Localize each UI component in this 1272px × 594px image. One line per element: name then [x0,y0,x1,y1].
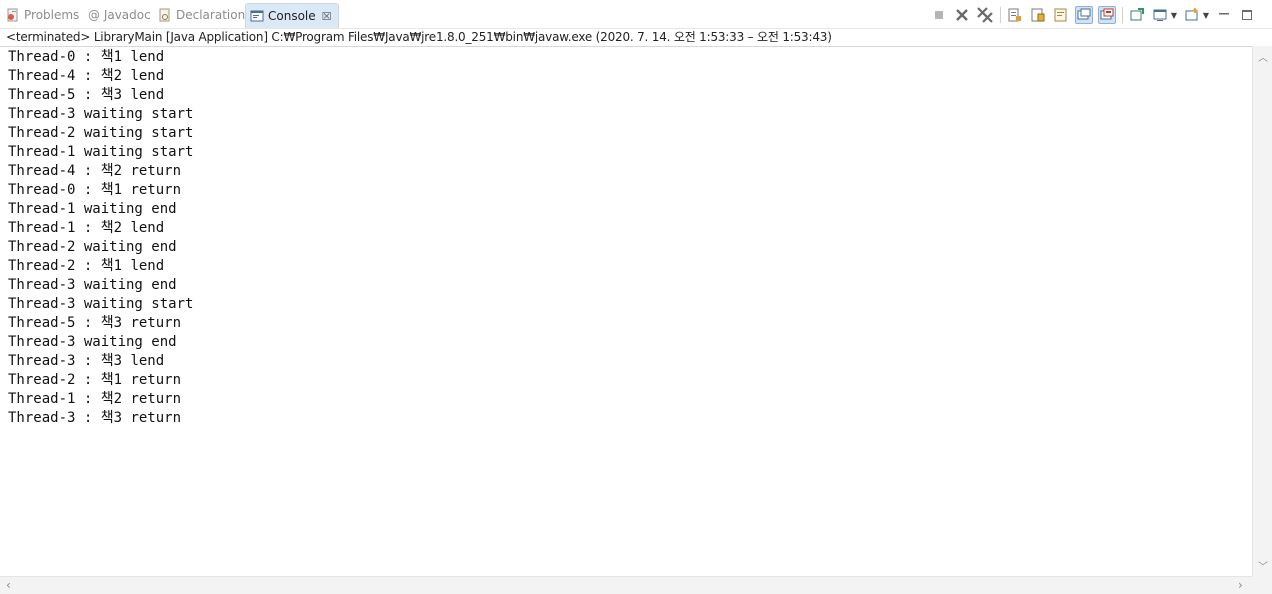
console-icon [250,9,264,23]
toolbar-separator [1122,7,1123,23]
tab-console[interactable]: Console ☒ [245,3,339,28]
console-line: Thread-1 : 책2 lend [8,220,165,236]
console-line: Thread-0 : 책1 lend [8,49,165,65]
toolbar-separator [1000,7,1001,23]
remove-all-terminated-icon[interactable] [976,6,994,24]
tab-problems[interactable]: Problems [6,3,79,27]
console-line: Thread-5 : 책3 return [8,315,182,331]
view-tab-bar: Problems @ Javadoc Declaration Console ☒ [0,0,1272,29]
console-line: Thread-3 : 책3 lend [8,353,165,369]
tab-declaration[interactable]: Declaration [158,3,245,27]
console-output-area[interactable]: Thread-0 : 책1 lend Thread-4 : 책2 lend Thre… [0,46,1252,576]
horizontal-scrollbar[interactable]: ‹ › [0,576,1252,594]
process-status-label: <terminated> LibraryMain [Java Applicati… [6,30,832,44]
maximize-icon[interactable] [1238,6,1256,24]
chevron-up-icon[interactable]: ︿ [1258,49,1268,64]
console-line: Thread-3 waiting end [8,334,177,350]
console-line: Thread-4 : 책2 return [8,163,182,179]
chevron-down-icon[interactable]: ▼ [1202,6,1210,24]
declaration-icon [158,8,172,22]
console-line: Thread-5 : 책3 lend [8,87,165,103]
scroll-lock-icon[interactable] [1029,6,1047,24]
tab-javadoc[interactable]: @ Javadoc [88,3,151,27]
remove-launch-icon[interactable] [953,6,971,24]
console-line: Thread-3 : 책3 return [8,410,182,426]
console-line: Thread-1 waiting start [8,144,194,160]
chevron-down-icon[interactable]: ▼ [1170,6,1178,24]
tab-label: Problems [24,8,80,22]
console-line: Thread-2 waiting end [8,239,177,255]
chevron-left-icon[interactable]: ‹ [6,578,11,592]
console-line: Thread-3 waiting start [8,106,194,122]
tab-label: Console [268,9,316,23]
console-lines: Thread-0 : 책1 lend Thread-4 : 책2 lend Thre… [0,47,1252,428]
console-line: Thread-1 waiting end [8,201,177,217]
console-line: Thread-1 : 책2 return [8,391,182,407]
console-line: Thread-3 waiting end [8,277,177,293]
display-selected-console-icon[interactable] [1151,6,1169,24]
open-console-icon[interactable] [1183,6,1201,24]
problems-icon [6,8,20,22]
minimize-icon[interactable] [1215,6,1233,24]
show-on-stdout-icon[interactable] [1075,6,1093,24]
console-line: Thread-4 : 책2 lend [8,68,165,84]
pin-console-icon[interactable] [1128,6,1146,24]
scrollbar-corner [1252,576,1272,594]
tab-label: @ Javadoc [88,8,151,22]
tab-label: Declaration [176,8,246,22]
clear-console-icon[interactable] [1006,6,1024,24]
console-line: Thread-2 : 책1 return [8,372,182,388]
chevron-down-icon[interactable]: ﹀ [1258,558,1268,573]
chevron-right-icon[interactable]: › [1238,578,1243,592]
show-on-stderr-icon[interactable] [1098,6,1116,24]
console-line: Thread-0 : 책1 return [8,182,182,198]
close-icon[interactable]: ☒ [322,10,332,23]
console-toolbar: ▼ ▼ [925,5,1256,25]
console-line: Thread-3 waiting start [8,296,194,312]
console-line: Thread-2 : 책1 lend [8,258,165,274]
terminate-icon[interactable] [930,6,948,24]
word-wrap-icon[interactable] [1052,6,1070,24]
vertical-scrollbar[interactable]: ︿ ﹀ [1252,46,1272,576]
console-line: Thread-2 waiting start [8,125,194,141]
